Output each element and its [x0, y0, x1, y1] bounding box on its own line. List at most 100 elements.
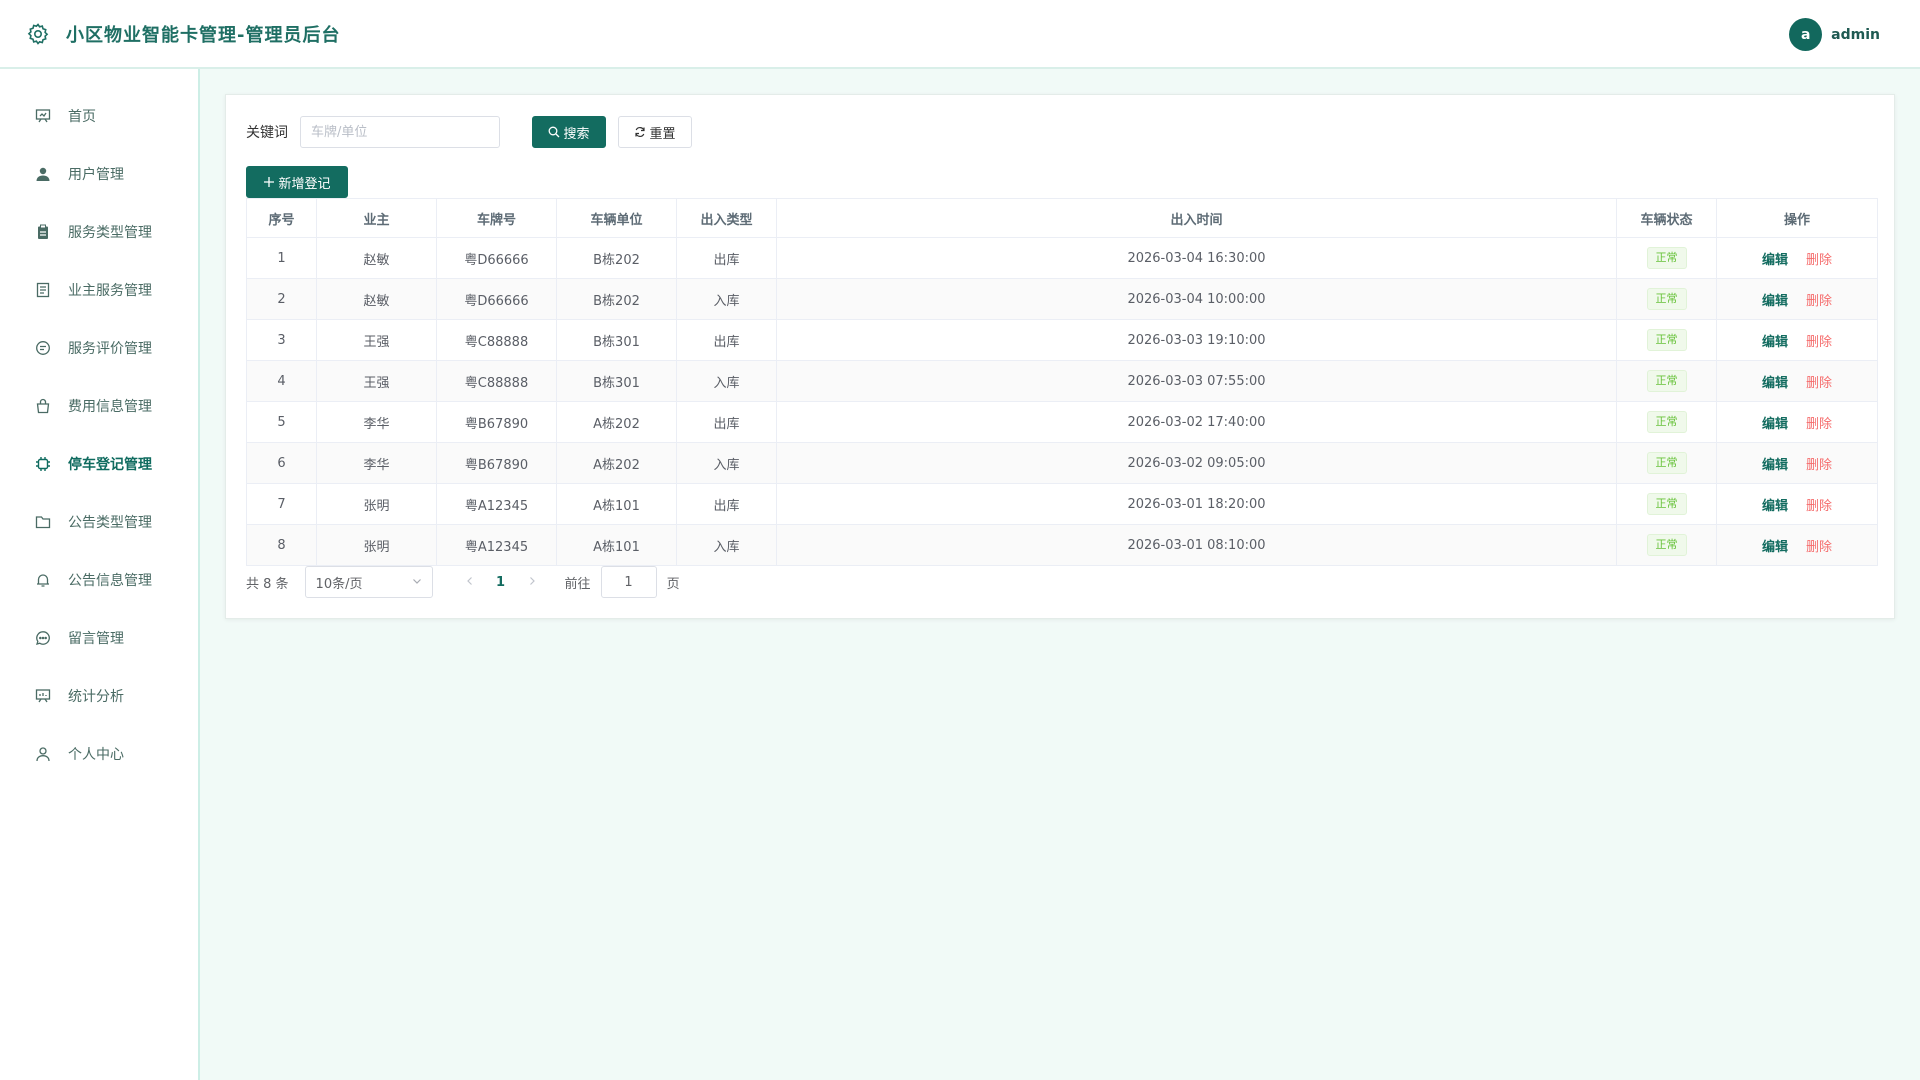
sidebar-item-profile[interactable]: 个人中心	[0, 725, 198, 783]
status-badge: 正常	[1646, 493, 1687, 515]
bell-icon	[34, 571, 52, 589]
sidebar-item-messages[interactable]: 留言管理	[0, 609, 198, 667]
cell-no: 1	[246, 237, 317, 279]
delete-button[interactable]: 删除	[1806, 335, 1832, 350]
next-page-button[interactable]	[517, 575, 547, 590]
sidebar-item-owner-services[interactable]: 业主服务管理	[0, 261, 198, 319]
cell-owner: 李华	[316, 401, 437, 443]
cell-owner: 赵敏	[316, 278, 437, 320]
cell-actions: 编辑 删除	[1716, 360, 1878, 402]
edit-button[interactable]: 编辑	[1762, 253, 1788, 268]
cell-time: 2026-03-03 19:10:00	[776, 319, 1617, 361]
page-unit-label: 页	[666, 576, 680, 592]
cell-unit: A栋101	[556, 524, 677, 566]
chat-icon	[34, 339, 52, 357]
document-icon	[34, 281, 52, 299]
status-badge: 正常	[1646, 288, 1687, 310]
edit-button[interactable]: 编辑	[1762, 376, 1788, 391]
cell-status: 正常	[1616, 278, 1717, 320]
goto-page-input[interactable]	[600, 566, 657, 598]
search-button[interactable]: 搜索	[532, 116, 606, 148]
cell-type: 入库	[676, 278, 777, 320]
delete-button[interactable]: 删除	[1806, 376, 1832, 391]
reset-button[interactable]: 重置	[618, 116, 692, 148]
delete-button[interactable]: 删除	[1806, 540, 1832, 555]
delete-button[interactable]: 删除	[1806, 458, 1832, 473]
delete-button[interactable]: 删除	[1806, 499, 1832, 514]
status-badge: 正常	[1646, 411, 1687, 433]
username[interactable]: admin	[1831, 27, 1880, 43]
sidebar-item-parking[interactable]: 停车登记管理	[0, 435, 198, 493]
cell-plate: 粤B67890	[436, 442, 557, 484]
add-record-button[interactable]: 新增登记	[246, 166, 348, 198]
sidebar-item-label: 公告类型管理	[68, 515, 152, 531]
column-header-unit: 车辆单位	[556, 198, 677, 238]
cell-type: 出库	[676, 237, 777, 279]
sidebar-item-statistics[interactable]: 统计分析	[0, 667, 198, 725]
parking-records-card: 关键词 搜索 重置 新增登记 序号	[225, 94, 1895, 619]
sidebar-item-notices[interactable]: 公告信息管理	[0, 551, 198, 609]
clipboard-icon	[34, 223, 52, 241]
refresh-icon	[634, 126, 646, 138]
app-title: 小区物业智能卡管理-管理员后台	[66, 24, 341, 46]
search-icon	[548, 126, 560, 138]
status-badge: 正常	[1646, 534, 1687, 556]
edit-button[interactable]: 编辑	[1762, 417, 1788, 432]
cell-unit: A栋202	[556, 401, 677, 443]
cell-actions: 编辑 删除	[1716, 442, 1878, 484]
table-row: 3 王强 粤C88888 B栋301 出库 2026-03-03 19:10:00 正常 编辑…	[246, 319, 1878, 361]
cell-time: 2026-03-01 08:10:00	[776, 524, 1617, 566]
cell-plate: 粤C88888	[436, 360, 557, 402]
user-menu[interactable]: a admin	[1789, 18, 1880, 51]
prev-page-button[interactable]	[455, 575, 485, 590]
column-header-plate: 车牌号	[436, 198, 557, 238]
chart-board-icon	[34, 687, 52, 705]
table-row: 6 李华 粤B67890 A栋202 入库 2026-03-02 09:05:00 正常 编辑…	[246, 442, 1878, 484]
page-size-select[interactable]: 10条/页	[304, 566, 433, 598]
sidebar-item-label: 停车登记管理	[68, 457, 152, 473]
cell-owner: 张明	[316, 524, 437, 566]
message-icon	[34, 629, 52, 647]
avatar[interactable]: a	[1789, 18, 1823, 51]
cell-status: 正常	[1616, 360, 1717, 402]
status-badge: 正常	[1646, 370, 1687, 392]
edit-button[interactable]: 编辑	[1762, 499, 1788, 514]
cell-owner: 赵敏	[316, 237, 437, 279]
cell-plate: 粤A12345	[436, 524, 557, 566]
delete-button[interactable]: 删除	[1806, 417, 1832, 432]
page-size-value: 10条/页	[315, 576, 363, 592]
edit-button[interactable]: 编辑	[1762, 458, 1788, 473]
cell-actions: 编辑 删除	[1716, 237, 1878, 279]
edit-button[interactable]: 编辑	[1762, 540, 1788, 555]
cell-unit: A栋202	[556, 442, 677, 484]
cell-owner: 王强	[316, 360, 437, 402]
total-count: 共 8 条	[246, 576, 289, 592]
cell-no: 8	[246, 524, 317, 566]
table-row: 5 李华 粤B67890 A栋202 出库 2026-03-02 17:40:00 正常 编辑…	[246, 401, 1878, 443]
cell-type: 出库	[676, 483, 777, 525]
cell-actions: 编辑 删除	[1716, 278, 1878, 320]
edit-button[interactable]: 编辑	[1762, 335, 1788, 350]
cell-status: 正常	[1616, 483, 1717, 525]
add-record-button-label: 新增登记	[278, 176, 331, 192]
sidebar-item-users[interactable]: 用户管理	[0, 145, 198, 203]
sidebar-item-home[interactable]: 首页	[0, 87, 198, 145]
delete-button[interactable]: 删除	[1806, 294, 1832, 309]
sidebar-item-service-types[interactable]: 服务类型管理	[0, 203, 198, 261]
delete-button[interactable]: 删除	[1806, 253, 1832, 268]
sidebar-item-fees[interactable]: 费用信息管理	[0, 377, 198, 435]
cell-type: 入库	[676, 524, 777, 566]
table-row: 2 赵敏 粤D66666 B栋202 入库 2026-03-04 10:00:00 正常 编辑…	[246, 278, 1878, 320]
cell-unit: B栋301	[556, 360, 677, 402]
table-row: 4 王强 粤C88888 B栋301 入库 2026-03-03 07:55:00 正常 编辑…	[246, 360, 1878, 402]
edit-button[interactable]: 编辑	[1762, 294, 1788, 309]
sidebar-item-notice-types[interactable]: 公告类型管理	[0, 493, 198, 551]
keyword-search-input[interactable]	[300, 116, 500, 148]
sidebar-item-service-reviews[interactable]: 服务评价管理	[0, 319, 198, 377]
cell-actions: 编辑 删除	[1716, 319, 1878, 361]
current-page-number[interactable]: 1	[485, 575, 517, 590]
cell-time: 2026-03-02 09:05:00	[776, 442, 1617, 484]
cell-unit: A栋101	[556, 483, 677, 525]
column-header-time: 出入时间	[776, 198, 1617, 238]
status-badge: 正常	[1646, 452, 1687, 474]
